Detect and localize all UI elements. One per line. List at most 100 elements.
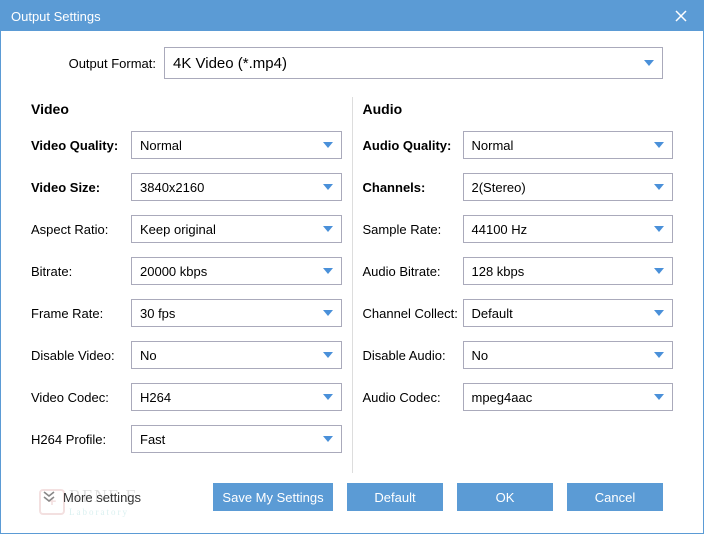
footer: + RENE.E Laboratory More settings Save M… <box>21 473 683 525</box>
audio-quality-value: Normal <box>472 138 655 153</box>
disable-audio-row: Disable Audio: No <box>363 341 674 369</box>
h264-profile-value: Fast <box>140 432 323 447</box>
more-settings-label: More settings <box>63 490 141 505</box>
chevron-down-icon <box>323 310 333 316</box>
sample-rate-row: Sample Rate: 44100 Hz <box>363 215 674 243</box>
video-codec-value: H264 <box>140 390 323 405</box>
video-size-dropdown[interactable]: 3840x2160 <box>131 173 342 201</box>
channels-row: Channels: 2(Stereo) <box>363 173 674 201</box>
chevron-down-icon <box>323 436 333 442</box>
chevron-down-icon <box>654 394 664 400</box>
chevron-down-icon <box>323 394 333 400</box>
aspect-ratio-label: Aspect Ratio: <box>31 222 131 237</box>
sample-rate-label: Sample Rate: <box>363 222 463 237</box>
aspect-ratio-dropdown[interactable]: Keep original <box>131 215 342 243</box>
frame-rate-value: 30 fps <box>140 306 323 321</box>
chevron-down-icon <box>654 226 664 232</box>
titlebar: Output Settings <box>1 1 703 31</box>
output-format-value: 4K Video (*.mp4) <box>173 55 644 72</box>
audio-quality-label: Audio Quality: <box>363 138 463 153</box>
chevron-down-icon <box>654 310 664 316</box>
chevron-down-icon <box>654 184 664 190</box>
chevrons-down-icon <box>41 488 57 507</box>
video-quality-value: Normal <box>140 138 323 153</box>
audio-column: Audio Audio Quality: Normal Channels: 2(… <box>353 97 684 473</box>
video-heading: Video <box>31 101 342 117</box>
more-settings-toggle[interactable]: More settings <box>41 488 141 507</box>
aspect-ratio-value: Keep original <box>140 222 323 237</box>
channels-dropdown[interactable]: 2(Stereo) <box>463 173 674 201</box>
watermark-line2: Laboratory <box>69 507 138 517</box>
video-bitrate-row: Bitrate: 20000 kbps <box>31 257 342 285</box>
disable-audio-value: No <box>472 348 655 363</box>
frame-rate-dropdown[interactable]: 30 fps <box>131 299 342 327</box>
video-quality-dropdown[interactable]: Normal <box>131 131 342 159</box>
audio-bitrate-dropdown[interactable]: 128 kbps <box>463 257 674 285</box>
channels-label: Channels: <box>363 180 463 195</box>
default-button[interactable]: Default <box>347 483 443 511</box>
channels-value: 2(Stereo) <box>472 180 655 195</box>
audio-bitrate-label: Audio Bitrate: <box>363 264 463 279</box>
h264-profile-row: H264 Profile: Fast <box>31 425 342 453</box>
audio-codec-dropdown[interactable]: mpeg4aac <box>463 383 674 411</box>
h264-profile-label: H264 Profile: <box>31 432 131 447</box>
video-bitrate-value: 20000 kbps <box>140 264 323 279</box>
video-size-row: Video Size: 3840x2160 <box>31 173 342 201</box>
chevron-down-icon <box>654 352 664 358</box>
chevron-down-icon <box>644 60 654 66</box>
chevron-down-icon <box>323 352 333 358</box>
output-format-dropdown[interactable]: 4K Video (*.mp4) <box>164 47 663 79</box>
h264-profile-dropdown[interactable]: Fast <box>131 425 342 453</box>
cancel-button[interactable]: Cancel <box>567 483 663 511</box>
chevron-down-icon <box>654 268 664 274</box>
chevron-down-icon <box>323 184 333 190</box>
video-codec-dropdown[interactable]: H264 <box>131 383 342 411</box>
close-button[interactable] <box>669 4 693 28</box>
chevron-down-icon <box>323 226 333 232</box>
video-codec-row: Video Codec: H264 <box>31 383 342 411</box>
output-format-row: Output Format: 4K Video (*.mp4) <box>41 47 663 79</box>
video-quality-row: Video Quality: Normal <box>31 131 342 159</box>
ok-button[interactable]: OK <box>457 483 553 511</box>
video-size-value: 3840x2160 <box>140 180 323 195</box>
audio-codec-label: Audio Codec: <box>363 390 463 405</box>
video-bitrate-dropdown[interactable]: 20000 kbps <box>131 257 342 285</box>
chevron-down-icon <box>654 142 664 148</box>
channel-collect-dropdown[interactable]: Default <box>463 299 674 327</box>
chevron-down-icon <box>323 142 333 148</box>
sample-rate-value: 44100 Hz <box>472 222 655 237</box>
channel-collect-label: Channel Collect: <box>363 306 463 321</box>
video-size-label: Video Size: <box>31 180 131 195</box>
channel-collect-value: Default <box>472 306 655 321</box>
video-codec-label: Video Codec: <box>31 390 131 405</box>
video-column: Video Video Quality: Normal Video Size: … <box>21 97 353 473</box>
output-format-label: Output Format: <box>41 56 156 71</box>
disable-video-row: Disable Video: No <box>31 341 342 369</box>
window-title: Output Settings <box>11 9 669 24</box>
audio-codec-row: Audio Codec: mpeg4aac <box>363 383 674 411</box>
audio-bitrate-value: 128 kbps <box>472 264 655 279</box>
disable-audio-label: Disable Audio: <box>363 348 463 363</box>
audio-codec-value: mpeg4aac <box>472 390 655 405</box>
sample-rate-dropdown[interactable]: 44100 Hz <box>463 215 674 243</box>
disable-video-dropdown[interactable]: No <box>131 341 342 369</box>
audio-heading: Audio <box>363 101 674 117</box>
disable-video-value: No <box>140 348 323 363</box>
disable-audio-dropdown[interactable]: No <box>463 341 674 369</box>
channel-collect-row: Channel Collect: Default <box>363 299 674 327</box>
dialog-body: Output Format: 4K Video (*.mp4) Video Vi… <box>1 31 703 533</box>
output-settings-dialog: Output Settings Output Format: 4K Video … <box>0 0 704 534</box>
video-bitrate-label: Bitrate: <box>31 264 131 279</box>
close-icon <box>675 10 687 22</box>
audio-bitrate-row: Audio Bitrate: 128 kbps <box>363 257 674 285</box>
save-my-settings-button[interactable]: Save My Settings <box>213 483 333 511</box>
audio-quality-dropdown[interactable]: Normal <box>463 131 674 159</box>
frame-rate-row: Frame Rate: 30 fps <box>31 299 342 327</box>
aspect-ratio-row: Aspect Ratio: Keep original <box>31 215 342 243</box>
video-quality-label: Video Quality: <box>31 138 131 153</box>
chevron-down-icon <box>323 268 333 274</box>
disable-video-label: Disable Video: <box>31 348 131 363</box>
audio-quality-row: Audio Quality: Normal <box>363 131 674 159</box>
columns: Video Video Quality: Normal Video Size: … <box>21 97 683 473</box>
frame-rate-label: Frame Rate: <box>31 306 131 321</box>
